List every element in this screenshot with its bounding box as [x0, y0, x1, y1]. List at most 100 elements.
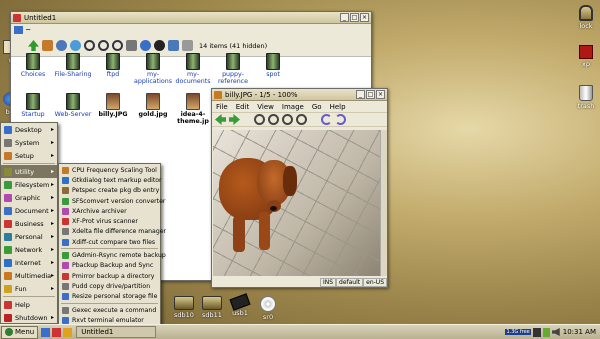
utility-menu-item[interactable]: Petspec create pkg db entry: [59, 186, 160, 196]
menu-edit[interactable]: Edit: [236, 103, 250, 111]
minimize-button[interactable]: _: [340, 13, 349, 22]
zoom-out-icon[interactable]: [268, 114, 279, 125]
forward-icon[interactable]: [229, 114, 240, 125]
utility-menu-item[interactable]: Pbackup Backup and Sync: [59, 261, 160, 271]
tray-storage[interactable]: 1.3G free: [505, 329, 531, 335]
file-item[interactable]: Web-Server: [52, 93, 94, 118]
zoom-in-icon[interactable]: [84, 40, 95, 51]
image-viewer-titlebar[interactable]: billy.JPG - 1/5 - 100% _ □ ×: [212, 89, 387, 101]
file-item[interactable]: Startup: [12, 93, 54, 118]
start-menu-utility[interactable]: Utility ▸: [1, 165, 57, 178]
zoom-fit-icon[interactable]: [112, 40, 123, 51]
zoom-fit-icon[interactable]: [296, 114, 307, 125]
file-item[interactable]: my-documents: [172, 53, 214, 85]
volume-icon[interactable]: [551, 328, 560, 336]
file-item[interactable]: gold.jpg: [132, 93, 174, 118]
file-item[interactable]: idea-4-theme.jp: [172, 93, 214, 125]
rotate-left-icon[interactable]: [321, 114, 332, 125]
file-item[interactable]: spot: [252, 53, 294, 78]
start-menu-help[interactable]: Help: [1, 298, 57, 311]
utility-menu-item[interactable]: XArchive archiver: [59, 206, 160, 216]
close-button[interactable]: ×: [360, 13, 369, 22]
details-icon[interactable]: [168, 40, 179, 51]
start-menu-graphic[interactable]: Graphic ▸: [1, 191, 57, 204]
start-menu-multimedia[interactable]: Multimedia ▸: [1, 269, 57, 282]
status-lang: en-US: [363, 277, 387, 287]
start-menu-business[interactable]: Business ▸: [1, 217, 57, 230]
battery-icon[interactable]: [542, 327, 550, 337]
utility-menu-item[interactable]: CPU Frequency Scaling Tool: [59, 165, 160, 175]
utility-menu-item[interactable]: Xdiff-cut compare two files: [59, 237, 160, 247]
file-item[interactable]: my-applications: [132, 53, 174, 85]
quicklaunch-icon[interactable]: [52, 327, 62, 337]
file-item-label: spot: [266, 71, 280, 78]
file-item[interactable]: Choices: [12, 53, 54, 78]
zoom-in-icon[interactable]: [254, 114, 265, 125]
zoom-out-icon[interactable]: [98, 40, 109, 51]
clock[interactable]: 10:31 AM: [563, 328, 596, 336]
minimize-button[interactable]: _: [356, 90, 365, 99]
start-menu-network[interactable]: Network ▸: [1, 243, 57, 256]
task-untitled1[interactable]: Untitled1: [76, 326, 157, 338]
start-menu-system[interactable]: System ▸: [1, 136, 57, 149]
back-icon[interactable]: [215, 114, 226, 125]
image-canvas[interactable]: [213, 130, 380, 276]
utility-menu-item[interactable]: XF-Prot virus scanner: [59, 216, 160, 226]
utility-menu-item[interactable]: Pmirror backup a directory: [59, 271, 160, 281]
utility-menu-item[interactable]: Xdelta file difference manager: [59, 227, 166, 237]
start-menu-shutdown[interactable]: Shutdown ▸: [1, 311, 57, 324]
menu-help[interactable]: Help: [330, 103, 346, 111]
close-button[interactable]: ×: [376, 90, 385, 99]
desktop-trash[interactable]: trash: [566, 85, 600, 110]
file-item[interactable]: puppy-reference: [212, 53, 254, 85]
utility-menu-item[interactable]: GAdmin-Rsync remote backup: [59, 250, 166, 260]
settings-icon[interactable]: [126, 40, 137, 51]
utility-menu-label: Rxvt terminal emulator: [72, 316, 144, 324]
up-icon[interactable]: [28, 40, 39, 51]
desktop-lock[interactable]: lock: [566, 5, 600, 30]
viewer-scrollbar[interactable]: [380, 130, 387, 276]
utility-menu-item[interactable]: Pudd copy drive/partition: [59, 281, 160, 291]
desktop-xp[interactable]: xp: [566, 45, 600, 68]
start-menu-internet[interactable]: Internet ▸: [1, 256, 57, 269]
utility-menu-item[interactable]: SFScomvert version converter: [59, 196, 165, 206]
utility-menu-item[interactable]: Gexec execute a command: [59, 305, 160, 315]
quicklaunch-icon[interactable]: [63, 327, 73, 337]
link-icon[interactable]: [56, 40, 67, 51]
maximize-button[interactable]: □: [350, 13, 359, 22]
rotate-right-icon[interactable]: [335, 114, 346, 125]
drive-sr0[interactable]: sr0: [248, 296, 288, 321]
start-menu-personal[interactable]: Personal ▸: [1, 230, 57, 243]
submenu-arrow-icon: ▸: [50, 314, 54, 321]
file-item[interactable]: billy.JPG: [92, 93, 134, 118]
utility-menu-item[interactable]: Resize personal storage file: [59, 292, 160, 302]
menu-image[interactable]: Image: [282, 103, 304, 111]
zoom-normal-icon[interactable]: [282, 114, 293, 125]
show-hidden-icon[interactable]: [154, 40, 165, 51]
menu-view[interactable]: View: [257, 103, 274, 111]
file-item[interactable]: File-Sharing: [52, 53, 94, 78]
taskbar: Menu Untitled1 1.3G free 10:31 AM: [0, 324, 600, 339]
start-menu-fun[interactable]: Fun ▸: [1, 282, 57, 295]
file-manager-titlebar[interactable]: Untitled1 _ □ ×: [11, 12, 371, 24]
utility-menu-item[interactable]: Gtkdialog text markup editor: [59, 175, 162, 185]
file-manager-toolbar: 14 items (41 hidden): [25, 38, 371, 53]
menu-go[interactable]: Go: [312, 103, 322, 111]
refresh-icon[interactable]: [70, 40, 81, 51]
menu-separator: [3, 296, 55, 297]
help-icon[interactable]: [140, 40, 151, 51]
start-menu-document[interactable]: Document ▸: [1, 204, 57, 217]
file-item[interactable]: ftpd: [92, 53, 134, 78]
menu-file[interactable]: File: [216, 103, 228, 111]
start-menu-label: Setup: [15, 151, 34, 160]
maximize-button[interactable]: □: [366, 90, 375, 99]
home-icon[interactable]: [42, 40, 53, 51]
select-icon[interactable]: [182, 40, 193, 51]
quicklaunch-icon[interactable]: [41, 327, 51, 337]
network-icon[interactable]: [532, 327, 541, 337]
start-menu-desktop[interactable]: Desktop ▸: [1, 123, 57, 136]
start-menu-filesystem[interactable]: Filesystem ▸: [1, 178, 57, 191]
menu-button[interactable]: Menu: [1, 325, 39, 339]
image-file-icon: [186, 93, 200, 110]
start-menu-setup[interactable]: Setup ▸: [1, 149, 57, 162]
